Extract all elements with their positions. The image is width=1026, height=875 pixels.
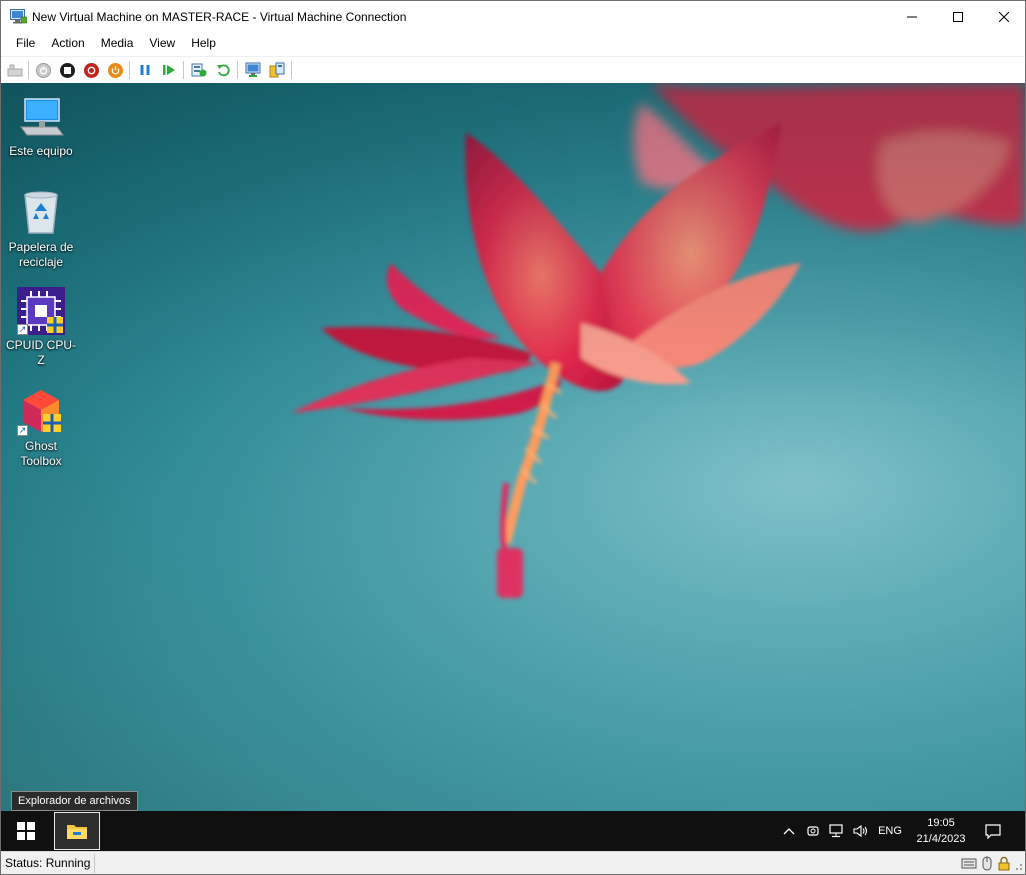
network-button[interactable]: [827, 811, 847, 851]
menu-bar: File Action Media View Help: [1, 32, 1025, 55]
taskbar-clock[interactable]: 19:05 21/4/2023: [907, 815, 975, 847]
toolbar: [1, 56, 1025, 82]
menu-help[interactable]: Help: [183, 32, 224, 55]
show-hidden-icons-button[interactable]: [779, 811, 799, 851]
chevron-up-icon: [783, 828, 795, 835]
start-button[interactable]: [34, 61, 52, 79]
file-explorer-icon: [67, 825, 87, 839]
toolbar-separator: [28, 61, 29, 79]
desktop-icon-label: Ghost Toolbox: [20, 439, 62, 468]
wallpaper-shade: [1, 83, 1025, 811]
ctrl-alt-del-button[interactable]: [6, 61, 24, 79]
meet-now-button[interactable]: [803, 811, 823, 851]
window-title: New Virtual Machine on MASTER-RACE - Vir…: [32, 9, 407, 24]
vm-desktop[interactable]: Este equipo Papelera de reciclaje ↗ CPUI…: [1, 83, 1025, 811]
revert-button[interactable]: [214, 61, 232, 79]
toolbar-separator: [291, 61, 292, 79]
checkpoint-button[interactable]: [190, 61, 208, 79]
maximize-button[interactable]: [935, 1, 981, 32]
keyboard-status: [961, 856, 977, 871]
close-icon: [999, 11, 1009, 22]
action-center-button[interactable]: [981, 811, 1005, 851]
checkpoint-icon: [191, 63, 207, 77]
keyboard-icon: [961, 858, 977, 869]
resume-button[interactable]: [160, 61, 178, 79]
save-icon: [107, 62, 123, 78]
mouse-status: [981, 856, 997, 871]
desktop-icon-cpu-z[interactable]: ↗ CPUID CPU-Z: [5, 287, 77, 368]
lock-icon: [998, 856, 1010, 871]
volume-button[interactable]: [851, 811, 871, 851]
turn-off-button[interactable]: [58, 61, 76, 79]
menu-media[interactable]: Media: [93, 32, 142, 55]
revert-icon: [217, 64, 230, 77]
menu-file[interactable]: File: [8, 32, 43, 55]
toolbar-separator: [129, 61, 130, 79]
turn-off-icon: [59, 62, 75, 78]
desktop-icon-label: Este equipo: [9, 144, 73, 158]
taskbar-file-explorer[interactable]: [54, 812, 100, 850]
title-bar: New Virtual Machine on MASTER-RACE - Vir…: [1, 1, 1025, 32]
vm-connection-app-icon: [10, 9, 28, 24]
cpu-z-icon: ↗: [17, 287, 65, 335]
enhanced-session-icon: [245, 62, 261, 77]
ctrl-alt-del-icon: [7, 64, 23, 77]
minimize-icon: [907, 16, 917, 17]
desktop-icon-label: CPUID CPU-Z: [5, 338, 76, 367]
windows-logo-icon: [17, 822, 35, 840]
share-icon: [269, 62, 285, 78]
webcam-icon: [807, 826, 819, 836]
desktop-icon-label: Papelera de reciclaje: [8, 240, 74, 269]
resume-icon: [163, 65, 175, 75]
network-icon: [829, 824, 843, 838]
lock-status: [997, 856, 1013, 871]
maximize-icon: [953, 11, 963, 22]
save-button[interactable]: [106, 61, 124, 79]
vm-status: Status: Running: [1, 854, 96, 873]
notification-icon: [985, 824, 1001, 839]
close-button[interactable]: [981, 1, 1026, 32]
recycle-bin-icon: [17, 189, 65, 237]
shut-down-icon: [83, 62, 99, 78]
clock-date: 21/4/2023: [916, 833, 966, 845]
shortcut-arrow-icon: ↗: [17, 425, 28, 436]
start-icon: [35, 62, 51, 78]
vm-connection-window: New Virtual Machine on MASTER-RACE - Vir…: [0, 0, 1026, 875]
desktop-icon-este-equipo[interactable]: Este equipo: [5, 93, 77, 159]
taskbar: ENG 19:05 21/4/2023: [1, 811, 1025, 851]
computer-icon: [17, 93, 65, 141]
ghost-toolbox-icon: ↗: [17, 388, 65, 436]
shortcut-arrow-icon: ↗: [17, 324, 28, 335]
toolbar-separator: [183, 61, 184, 79]
mouse-icon: [982, 856, 992, 871]
volume-icon: [853, 824, 868, 838]
clock-time: 19:05: [927, 817, 955, 829]
pause-icon: [140, 65, 150, 75]
share-button[interactable]: [268, 61, 286, 79]
start-button[interactable]: [1, 811, 51, 851]
toolbar-separator: [237, 61, 238, 79]
shut-down-button[interactable]: [82, 61, 100, 79]
menu-action[interactable]: Action: [43, 32, 92, 55]
enhanced-session-button[interactable]: [244, 61, 262, 79]
language-indicator[interactable]: ENG: [875, 811, 905, 851]
taskbar-tooltip: Explorador de archivos: [11, 791, 138, 811]
resize-grip[interactable]: [1012, 856, 1023, 871]
desktop-icon-papelera[interactable]: Papelera de reciclaje: [5, 189, 77, 270]
desktop-icon-ghost-toolbox[interactable]: ↗ Ghost Toolbox: [5, 388, 77, 469]
minimize-button[interactable]: [889, 1, 935, 32]
status-bar: Status: Running: [1, 851, 1025, 874]
resize-grip-icon: [1016, 864, 1022, 870]
pause-button[interactable]: [136, 61, 154, 79]
menu-view[interactable]: View: [141, 32, 183, 55]
